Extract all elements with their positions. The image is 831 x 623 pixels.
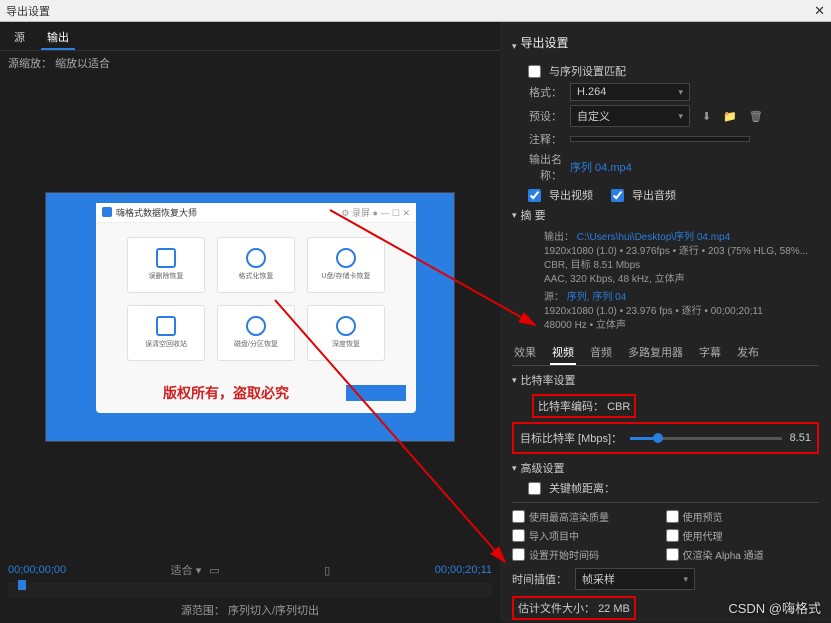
preview-app-title: 嗨格式数据恢复大师 xyxy=(116,206,197,219)
keyframe-checkbox[interactable] xyxy=(528,482,541,495)
preset-select[interactable]: 自定义▾ xyxy=(570,105,690,127)
tab-publish[interactable]: 发布 xyxy=(735,341,761,365)
start-timecode-checkbox[interactable] xyxy=(512,548,525,561)
format-select[interactable]: H.264▾ xyxy=(570,83,690,101)
preview-window-controls: ⚙ 录屏 ● — ☐ ✕ xyxy=(341,206,410,219)
preview-copyright: 版权所有，盗取必究 xyxy=(106,383,346,403)
aspect-icon[interactable]: ▯ xyxy=(324,564,330,577)
import-project-checkbox[interactable] xyxy=(512,529,525,542)
summary-block: 输出： C:\Users\hui\Desktop\序列 04.mp4 1920x… xyxy=(544,231,819,333)
summary-title: 摘 要 xyxy=(521,207,546,223)
scale-value[interactable]: 缩放以适合 xyxy=(55,58,110,70)
save-preset-icon[interactable]: ⬇ xyxy=(702,110,711,123)
max-render-checkbox[interactable] xyxy=(512,510,525,523)
delete-preset-icon[interactable]: 🗑 xyxy=(749,110,763,123)
match-sequence-checkbox[interactable] xyxy=(528,65,541,78)
export-video-checkbox[interactable] xyxy=(528,189,541,202)
use-proxy-checkbox[interactable] xyxy=(666,529,679,542)
tab-effects[interactable]: 效果 xyxy=(512,341,538,365)
timecode-end[interactable]: 00;00;20;11 xyxy=(435,564,492,576)
tab-mux[interactable]: 多路复用器 xyxy=(626,341,685,365)
use-preview-checkbox[interactable] xyxy=(666,510,679,523)
tab-output[interactable]: 输出 xyxy=(41,26,75,50)
est-size-label: 估计文件大小： xyxy=(518,603,595,615)
target-bitrate-slider[interactable] xyxy=(630,437,782,440)
window-title: 导出设置 xyxy=(6,3,814,19)
range-label: 源范围： xyxy=(181,605,225,617)
scale-label: 源缩放： xyxy=(8,58,52,70)
timeline[interactable] xyxy=(8,582,492,598)
bitrate-encoding-label: 比特率编码： xyxy=(538,401,604,413)
range-value[interactable]: 序列切入/序列切出 xyxy=(228,605,319,617)
target-bitrate-value[interactable]: 8.51 xyxy=(790,432,811,444)
time-interp-select[interactable]: 帧采样▾ xyxy=(575,568,695,590)
watermark: CSDN @嗨格式 xyxy=(728,598,821,617)
import-preset-icon[interactable]: 📁 xyxy=(723,110,737,123)
export-settings-title: 导出设置 xyxy=(521,34,569,51)
fit-select[interactable]: 适合 ▾ xyxy=(171,562,202,578)
timecode-start[interactable]: 00;00;00;00 xyxy=(8,564,66,576)
bitrate-group: ▾比特率设置 比特率编码： CBR 目标比特率 [Mbps]： 8.51 xyxy=(512,372,819,454)
tab-source[interactable]: 源 xyxy=(8,26,31,50)
bitrate-encoding-select[interactable]: CBR xyxy=(607,401,630,413)
tab-audio[interactable]: 音频 xyxy=(588,341,614,365)
comment-input[interactable] xyxy=(570,136,750,142)
close-icon[interactable]: ✕ xyxy=(814,3,825,19)
crop-icon[interactable]: ▭ xyxy=(209,564,219,577)
target-bitrate-label: 目标比特率 [Mbps]： xyxy=(520,430,622,446)
alpha-only-checkbox[interactable] xyxy=(666,548,679,561)
tab-caption[interactable]: 字幕 xyxy=(697,341,723,365)
tab-video[interactable]: 视频 xyxy=(550,341,576,365)
export-audio-checkbox[interactable] xyxy=(611,189,624,202)
output-name-link[interactable]: 序列 04.mp4 xyxy=(570,159,632,175)
est-size-value: 22 MB xyxy=(598,603,630,615)
preview-output: 嗨格式数据恢复大师 ⚙ 录屏 ● — ☐ ✕ 误删除恢复 格式化恢复 U盘/存储… xyxy=(45,192,455,442)
